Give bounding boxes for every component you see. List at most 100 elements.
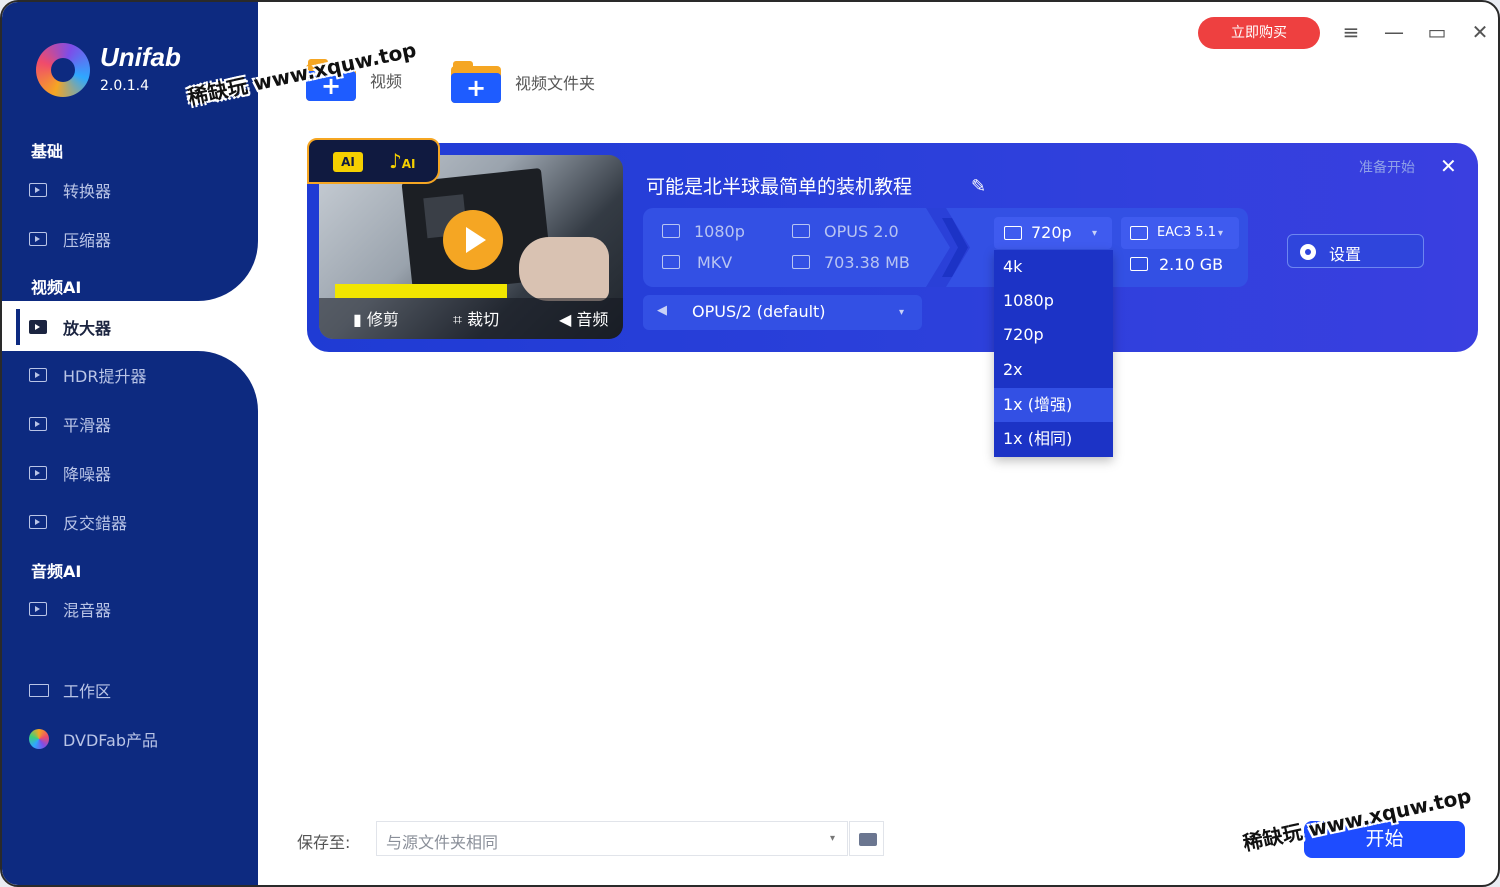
compress-icon [29, 232, 47, 246]
buy-now-button[interactable]: 立即购买 [1198, 17, 1320, 49]
section-audio-ai-title: 音频AI [31, 562, 82, 581]
sidebar-item-label: DVDFab产品 [63, 731, 159, 750]
folder-size-icon [1130, 257, 1148, 271]
app-name: Unifab [100, 42, 181, 72]
target-audio-select[interactable]: EAC3 5.1 ▾ [1121, 217, 1239, 249]
add-folder-button[interactable]: + 视频文件夹 [451, 61, 595, 103]
settings-button[interactable]: 设置 [1287, 234, 1424, 268]
crop-button[interactable]: ⌗ 裁切 [453, 306, 499, 330]
sidebar-item-compressor[interactable]: 压缩器 [2, 219, 258, 259]
audio-note-icon [1130, 226, 1148, 240]
save-location-select[interactable]: 与源文件夹相同 ▾ [376, 821, 848, 856]
denoise-icon [29, 466, 47, 480]
sidebar-item-label: HDR提升器 [63, 367, 147, 386]
sidebar-item-deinterlacer[interactable]: 反交錯器 [2, 502, 258, 542]
chevron-down-icon: ▾ [1218, 228, 1224, 239]
dropdown-option-1x-same[interactable]: 1x (相同) [994, 422, 1113, 456]
chevron-down-icon: ▾ [899, 307, 905, 318]
settings-label: 设置 [1329, 245, 1362, 264]
sidebar-item-converter[interactable]: 转换器 [2, 170, 258, 210]
audio-ai-icon: ♪AI [389, 149, 416, 173]
dropdown-option-720p[interactable]: 720p [994, 318, 1113, 352]
target-size: 2.10 GB [1159, 255, 1224, 274]
remove-task-icon[interactable]: ✕ [1440, 154, 1457, 178]
add-folder-label: 视频文件夹 [515, 74, 596, 93]
app-version: 2.0.1.4 [100, 78, 149, 94]
video-ai-icon: AI [333, 152, 363, 172]
mixer-icon [29, 602, 47, 616]
sidebar-item-label: 平滑器 [63, 416, 112, 435]
audio-track-value: OPUS/2 (default) [692, 302, 826, 321]
video-play-icon [29, 183, 47, 197]
sidebar-item-smoother[interactable]: 平滑器 [2, 404, 258, 444]
play-icon[interactable] [443, 210, 503, 270]
sidebar-item-label: 工作区 [63, 682, 112, 701]
sidebar-item-mixer[interactable]: 混音器 [2, 589, 258, 629]
trim-button[interactable]: ▮ 修剪 [353, 306, 399, 330]
sidebar-item-denoiser[interactable]: 降噪器 [2, 453, 258, 493]
dropdown-option-4k[interactable]: 4k [994, 250, 1113, 284]
browse-folder-button[interactable] [849, 821, 884, 856]
target-audio: EAC3 5.1 [1157, 225, 1217, 240]
sidebar-item-hdr[interactable]: HDR提升器 [2, 355, 258, 395]
upscaler-icon [29, 320, 47, 334]
edit-title-icon[interactable]: ✎ [971, 176, 986, 197]
dropdown-option-1080p[interactable]: 1080p [994, 284, 1113, 318]
menu-icon[interactable]: ≡ [1339, 20, 1363, 44]
folder-size-icon [792, 255, 810, 269]
sidebar-item-label: 反交錯器 [63, 514, 128, 533]
speaker-icon: ◀ [657, 303, 667, 318]
folder-icon [859, 833, 877, 846]
section-basic-title: 基础 [31, 142, 64, 161]
sidebar-item-workspace[interactable]: 工作区 [2, 670, 258, 710]
source-size: 703.38 MB [824, 253, 910, 272]
monitor-icon [29, 683, 49, 697]
close-window-icon[interactable]: ✕ [1468, 20, 1492, 44]
audio-note-icon [792, 224, 810, 238]
deinterlace-icon [29, 515, 47, 529]
active-indicator [16, 309, 20, 345]
sidebar: Unifab 2.0.1.4 基础 转换器 压缩器 视频AI 放大器 HDR提升… [2, 2, 258, 885]
save-to-label: 保存至: [297, 833, 351, 852]
app-logo [36, 43, 90, 97]
maximize-icon[interactable]: ▭ [1425, 20, 1449, 44]
gear-icon [1300, 244, 1316, 260]
video-title: 可能是北半球最简单的装机教程 [646, 176, 913, 198]
source-resolution: 1080p [694, 222, 745, 241]
dropdown-option-2x[interactable]: 2x [994, 353, 1113, 387]
add-video-label: 视频 [370, 72, 403, 91]
crop-label: 裁切 [467, 310, 500, 329]
status-text: 准备开始 [1359, 160, 1415, 176]
audio-track-select[interactable]: ◀ OPUS/2 (default) ▾ [643, 295, 922, 330]
source-container: MKV [697, 253, 733, 272]
sidebar-item-dvdfab[interactable]: DVDFab产品 [2, 719, 258, 759]
trim-label: 修剪 [366, 310, 399, 329]
chevron-down-icon: ▾ [829, 833, 835, 844]
sidebar-item-label: 降噪器 [63, 465, 112, 484]
add-folder-icon: + [451, 61, 501, 103]
sidebar-item-label: 混音器 [63, 601, 112, 620]
resolution-dropdown: 4k 1080p 720p 2x 1x (增强) 1x (相同) [994, 250, 1113, 457]
minimize-icon[interactable]: — [1382, 20, 1406, 44]
sidebar-item-label: 放大器 [63, 319, 112, 338]
dvdfab-logo-icon [29, 729, 49, 749]
app-window: Unifab 2.0.1.4 基础 转换器 压缩器 视频AI 放大器 HDR提升… [0, 0, 1500, 887]
source-audio: OPUS 2.0 [824, 222, 899, 241]
sidebar-item-label: 压缩器 [63, 231, 112, 250]
sidebar-item-label: 转换器 [63, 182, 112, 201]
resolution-icon [662, 224, 680, 238]
container-icon [662, 255, 680, 269]
ai-badge: AI ♪AI [307, 138, 440, 184]
save-location-value: 与源文件夹相同 [386, 833, 499, 852]
audio-edit-label: 音频 [576, 310, 609, 329]
target-resolution: 720p [1031, 223, 1072, 242]
target-resolution-select[interactable]: 720p ▾ [994, 217, 1112, 249]
smoother-icon [29, 417, 47, 431]
dropdown-option-1x-enhanced[interactable]: 1x (增强) [994, 388, 1113, 422]
section-video-ai-title: 视频AI [31, 278, 82, 297]
chevron-down-icon: ▾ [1092, 228, 1098, 239]
sidebar-item-upscaler[interactable]: 放大器 [2, 306, 258, 348]
hdr-icon [29, 368, 47, 382]
monitor-icon [1004, 226, 1022, 240]
audio-edit-button[interactable]: ◀ 音频 [559, 306, 608, 330]
